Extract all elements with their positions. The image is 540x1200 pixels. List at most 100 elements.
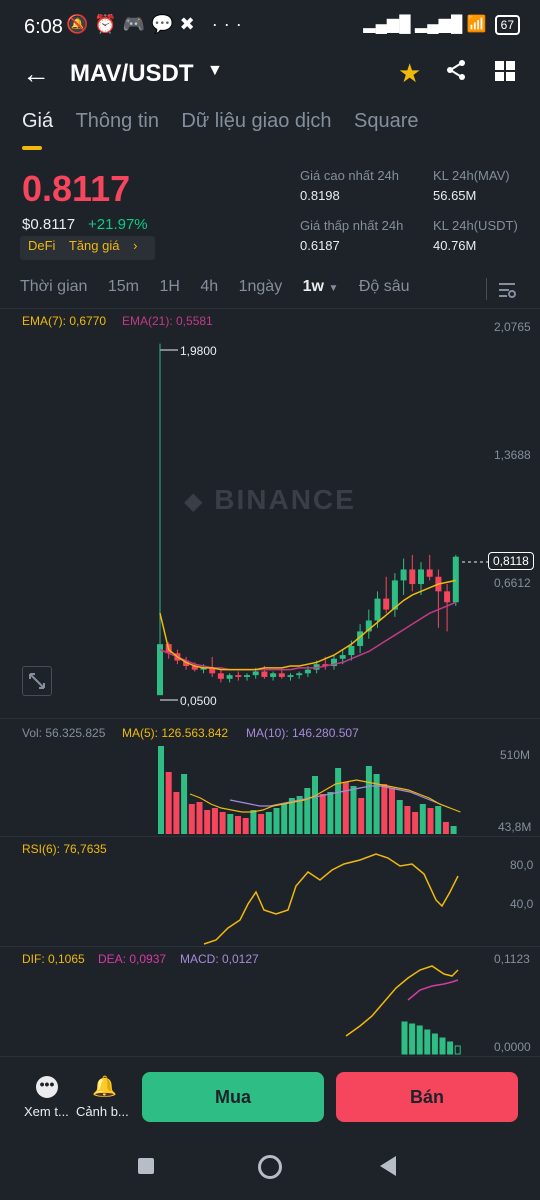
tab-square[interactable]: Square bbox=[354, 110, 419, 133]
vol-axis-top: 510M bbox=[500, 748, 531, 762]
rsi-chart bbox=[203, 853, 459, 945]
macd-axis-top: 0,1123 bbox=[494, 952, 530, 966]
volume-bar bbox=[381, 784, 388, 834]
volume-bar bbox=[219, 812, 226, 834]
volume-bar bbox=[204, 810, 211, 834]
candle-body bbox=[226, 675, 233, 679]
divider bbox=[0, 308, 540, 309]
volume-bar bbox=[242, 818, 249, 834]
vol-axis-bottom: 43,8M bbox=[498, 820, 532, 834]
divider bbox=[0, 1056, 540, 1057]
tab-info[interactable]: Thông tin bbox=[76, 110, 159, 133]
candle-body bbox=[287, 675, 294, 677]
bell-alert-icon[interactable]: 🔔 bbox=[92, 1074, 117, 1099]
candle-body bbox=[261, 671, 268, 677]
tf-1h[interactable]: 1H bbox=[159, 278, 179, 296]
candle-body bbox=[348, 645, 355, 656]
candle-body bbox=[409, 569, 416, 585]
divider bbox=[0, 946, 540, 947]
volume-bar bbox=[389, 788, 395, 834]
tf-15m[interactable]: 15m bbox=[108, 278, 139, 296]
tf-caret-icon: ▼ bbox=[328, 283, 339, 294]
chart-settings-icon[interactable] bbox=[497, 280, 517, 305]
pair-title[interactable]: MAV/USDT bbox=[70, 60, 194, 88]
volume-bar bbox=[227, 814, 234, 834]
dea-line bbox=[407, 979, 459, 1001]
volume-bar bbox=[350, 786, 357, 834]
volume-bar bbox=[158, 746, 164, 834]
caret-down-icon[interactable]: ▼ bbox=[207, 62, 223, 80]
home-icon[interactable] bbox=[258, 1155, 282, 1179]
sell-button[interactable]: Bán bbox=[336, 1072, 518, 1122]
timeframe-bar: Thời gian 15m 1H 4h 1ngày 1w ▼ Độ sâu bbox=[20, 278, 426, 304]
favorite-star-icon[interactable]: ★ bbox=[398, 58, 421, 89]
tf-depth[interactable]: Độ sâu bbox=[359, 278, 410, 296]
alert-label[interactable]: Cảnh b... bbox=[76, 1104, 129, 1119]
volume-chart bbox=[158, 746, 461, 834]
low-24h-value: 0.6187 bbox=[300, 238, 340, 253]
volume-bar bbox=[419, 804, 426, 834]
candle-body bbox=[217, 673, 224, 679]
tf-time[interactable]: Thời gian bbox=[20, 278, 87, 296]
share-icon[interactable] bbox=[444, 58, 468, 89]
candle-body bbox=[418, 569, 424, 585]
volume-bar bbox=[335, 768, 342, 834]
volume-bar bbox=[165, 772, 172, 834]
volume-bar bbox=[304, 788, 311, 834]
volume-bar bbox=[442, 822, 449, 834]
vol-usdt-label: KL 24h(USDT) bbox=[433, 218, 518, 233]
status-time: 6:08 bbox=[24, 16, 63, 38]
candle-body bbox=[278, 673, 285, 677]
volume-bar bbox=[396, 800, 403, 834]
tab-price[interactable]: Giá bbox=[22, 110, 53, 150]
volume-bar bbox=[235, 816, 241, 834]
battery-icon: 67 bbox=[494, 15, 520, 35]
rsi-line bbox=[203, 853, 459, 945]
grid-menu-icon[interactable] bbox=[494, 60, 516, 87]
notification-icons: 🔕⏰🎮💬✖ ··· bbox=[66, 14, 248, 34]
buy-button[interactable]: Mua bbox=[142, 1072, 324, 1122]
volume-bar bbox=[181, 774, 188, 834]
high-24h-label: Giá cao nhất 24h bbox=[300, 168, 400, 183]
volume-bar bbox=[342, 782, 349, 834]
tab-trading-data[interactable]: Dữ liệu giao dịch bbox=[181, 110, 331, 133]
system-icons: ▂▄▆█ ▂▄▆█ 📶 67 bbox=[363, 14, 520, 35]
fiat-price: $0.8117 bbox=[22, 216, 76, 233]
volume-bar bbox=[281, 804, 288, 834]
volume-bar bbox=[450, 826, 457, 834]
tag-gainer[interactable]: Tăng giá bbox=[69, 238, 120, 253]
candle-body bbox=[426, 569, 433, 577]
volume-bar bbox=[358, 798, 365, 834]
high-24h-value: 0.8198 bbox=[300, 188, 340, 203]
tf-4h[interactable]: 4h bbox=[200, 278, 218, 296]
tag-defi[interactable]: DeFi bbox=[28, 238, 55, 253]
current-price-tag: 0,8118 bbox=[488, 552, 534, 570]
volume-bar bbox=[412, 812, 419, 834]
recent-apps-icon[interactable] bbox=[138, 1158, 154, 1174]
macd-bar bbox=[401, 1021, 408, 1055]
volume-bar bbox=[188, 804, 195, 834]
candle-body bbox=[235, 675, 242, 677]
divider bbox=[0, 718, 540, 719]
status-bar: 6:08 🔕⏰🎮💬✖ ··· ▂▄▆█ ▂▄▆█ 📶 67 bbox=[0, 0, 540, 52]
back-nav-icon[interactable] bbox=[380, 1156, 396, 1176]
tf-1day[interactable]: 1ngày bbox=[239, 278, 283, 296]
candlestick-chart[interactable] bbox=[0, 326, 490, 716]
candle-body bbox=[452, 556, 459, 603]
vol-usdt-value: 40.76M bbox=[433, 238, 477, 253]
vol-mav-value: 56.65M bbox=[433, 188, 477, 203]
tf-divider bbox=[486, 278, 487, 300]
tf-1w[interactable]: 1w ▼ bbox=[303, 278, 339, 296]
volume-bar bbox=[273, 808, 280, 834]
divider bbox=[0, 836, 540, 837]
more-label[interactable]: Xem t... bbox=[24, 1104, 69, 1119]
ema21-line bbox=[159, 601, 457, 671]
candle-body bbox=[383, 598, 390, 610]
low-24h-label: Giá thấp nhất 24h bbox=[300, 218, 404, 233]
chevron-right-icon: › bbox=[133, 238, 138, 253]
rsi-axis-bottom: 40,0 bbox=[510, 897, 534, 911]
back-arrow-icon[interactable]: ← bbox=[22, 58, 50, 90]
volume-bar bbox=[312, 776, 318, 834]
tag-chips[interactable]: DeFi Tăng giá › bbox=[20, 236, 156, 260]
more-dots-icon[interactable]: ••• bbox=[36, 1076, 58, 1098]
